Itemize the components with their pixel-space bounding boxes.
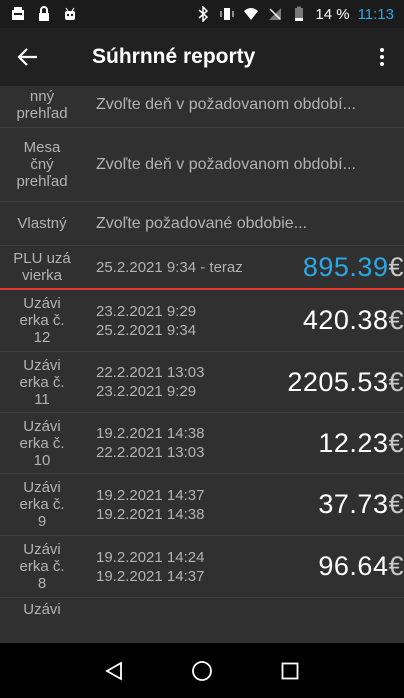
amount-value: 37.73 — [318, 489, 389, 519]
list-item[interactable]: nný prehľad Zvoľte deň v požadovanom obd… — [0, 86, 404, 128]
report-period: 22.2.2021 13:03 23.2.2021 9:29 — [84, 363, 204, 401]
report-hint: Zvoľte požadované obdobie... — [96, 214, 308, 232]
android-icon — [62, 6, 78, 22]
square-recents-icon — [281, 662, 299, 679]
report-label: Mesa čný prehľad — [16, 139, 68, 190]
app-bar: Súhrnné reporty — [0, 28, 404, 86]
no-signal-icon — [267, 6, 283, 22]
list-item[interactable]: Uzávi erka č. 10 19.2.2021 14:38 22.2.20… — [0, 413, 404, 474]
report-label: Uzávi erka č. 11 — [19, 356, 65, 408]
battery-percent: 14 % — [315, 5, 350, 23]
period-end: 22.2.2021 13:03 — [96, 444, 205, 461]
report-period: 19.2.2021 14:37 19.2.2021 14:38 — [84, 486, 204, 524]
system-nav-bar — [0, 643, 404, 698]
report-period: 19.2.2021 14:24 19.2.2021 14:37 — [84, 548, 204, 586]
period-start: 19.2.2021 14:37 — [96, 486, 205, 504]
period-start: 19.2.2021 14:38 — [96, 425, 205, 442]
report-period: 23.2.2021 9:29 25.2.2021 9:34 — [84, 302, 196, 340]
currency-symbol: € — [388, 551, 404, 581]
list-item[interactable]: Uzávi erka č. 11 22.2.2021 13:03 23.2.20… — [0, 352, 404, 413]
report-label: Uzávi — [23, 601, 61, 618]
battery-icon — [291, 6, 307, 22]
currency-symbol: € — [388, 366, 404, 397]
report-label: Uzávi erka č. 8 — [19, 541, 65, 592]
list-item[interactable]: Uzávi erka č. 8 19.2.2021 14:24 19.2.202… — [0, 536, 404, 598]
report-hint: Zvoľte deň v požadovanom období... — [96, 95, 356, 113]
report-label: Vlastný — [17, 215, 67, 232]
vibrate-icon — [219, 6, 235, 22]
nav-back-button[interactable] — [94, 651, 134, 691]
period-end: 19.2.2021 14:38 — [96, 505, 205, 523]
report-amount: 12.23€ — [318, 428, 404, 459]
report-label: Uzávi erka č. 10 — [19, 417, 65, 469]
period-end: 19.2.2021 14:37 — [96, 567, 205, 585]
period-start: 19.2.2021 14:24 — [96, 548, 205, 566]
nav-recents-button[interactable] — [270, 651, 310, 691]
overflow-menu-button[interactable] — [360, 28, 404, 86]
report-label: Uzávi erka č. 12 — [19, 295, 65, 346]
report-label: nný prehľad — [16, 87, 68, 122]
circle-home-icon — [192, 660, 212, 681]
nav-home-button[interactable] — [182, 651, 222, 691]
report-label: Uzávi erka č. 9 — [19, 479, 65, 530]
currency-symbol: € — [388, 305, 404, 335]
report-amount: 895.39€ — [303, 252, 404, 283]
report-period: 25.2.2021 9:34 - teraz — [96, 258, 243, 276]
list-item-current[interactable]: PLU uzá vierka 25.2.2021 9:34 - teraz 89… — [0, 246, 404, 290]
more-vert-icon — [380, 48, 384, 66]
report-amount: 420.38€ — [303, 305, 404, 336]
back-button[interactable] — [0, 28, 56, 86]
wifi-icon — [243, 6, 259, 22]
cash-register-icon — [10, 6, 26, 22]
list-item[interactable]: Mesa čný prehľad Zvoľte deň v požadovano… — [0, 128, 404, 202]
list-item[interactable]: Uzávi erka č. 12 23.2.2021 9:29 25.2.202… — [0, 290, 404, 352]
amount-value: 895.39 — [302, 251, 389, 282]
currency-symbol: € — [388, 427, 404, 458]
list-item[interactable]: Uzávi erka č. 9 19.2.2021 14:37 19.2.202… — [0, 474, 404, 536]
page-title: Súhrnné reporty — [92, 45, 256, 68]
triangle-back-icon — [105, 660, 122, 681]
lock-icon — [36, 6, 52, 22]
amount-value: 420.38 — [302, 305, 389, 335]
clock: 11:13 — [357, 5, 394, 23]
arrow-left-icon — [17, 48, 37, 66]
report-amount: 96.64€ — [318, 551, 404, 582]
report-period: 19.2.2021 14:38 22.2.2021 13:03 — [84, 424, 204, 462]
report-amount: 37.73€ — [318, 489, 404, 520]
currency-symbol: € — [388, 251, 404, 282]
period-start: 22.2.2021 13:03 — [96, 364, 205, 381]
report-list: nný prehľad Zvoľte deň v požadovanom obd… — [0, 86, 404, 643]
amount-value: 2205.53 — [287, 366, 389, 397]
report-hint: Zvoľte deň v požadovanom období... — [96, 155, 356, 173]
currency-symbol: € — [388, 489, 404, 519]
period-end: 25.2.2021 9:34 — [96, 321, 197, 339]
report-label: PLU uzá vierka — [13, 250, 71, 284]
period-end: 23.2.2021 9:29 — [96, 383, 197, 400]
list-item[interactable]: Vlastný Zvoľte požadované obdobie... — [0, 202, 404, 246]
amount-value: 12.23 — [318, 427, 389, 458]
status-bar: 14 % 11:13 — [0, 0, 404, 28]
amount-value: 96.64 — [318, 551, 389, 581]
bluetooth-icon — [195, 5, 211, 23]
period-start: 23.2.2021 9:29 — [96, 302, 197, 320]
list-item[interactable]: Uzávi — [0, 598, 404, 643]
report-amount: 2205.53€ — [287, 367, 404, 398]
